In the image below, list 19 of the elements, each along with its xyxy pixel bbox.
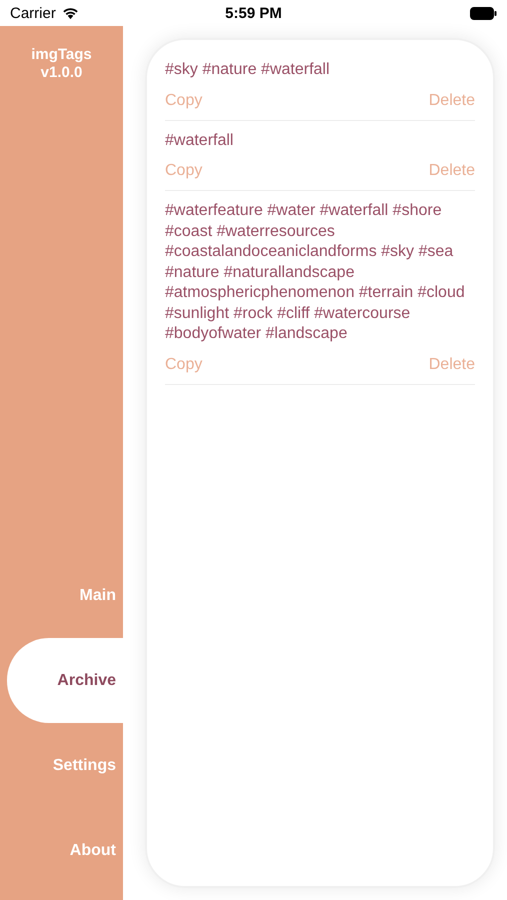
tag-list: #waterfall [165,130,475,151]
delete-link[interactable]: Delete [428,92,475,110]
copy-link[interactable]: Copy [165,162,202,180]
tag-list: #waterfeature #water #waterfall #shore #coast #waterresources #coastalandoceaniclandforms #sky #sea #nature #naturallandscape #atmosphericphenomenon #terrain #cloud #sunlight #rock #cliff #watercourse #bodyofwater #landscape [165,201,475,344]
carrier-name: Carrier [10,4,56,22]
delete-link[interactable]: Delete [428,356,475,374]
copy-link[interactable]: Copy [165,92,202,110]
nav-item[interactable]: Settings [7,723,123,808]
delete-link[interactable]: Delete [428,162,475,180]
wifi-icon [60,6,80,20]
app-version: v1.0.0 [40,64,84,82]
tag-list: #sky #nature #waterfall [165,60,475,80]
nav-item[interactable]: About [7,808,123,893]
battery-icon [470,6,497,20]
app-name: imgTags [30,46,93,64]
nav-item[interactable]: Main [7,553,123,638]
copy-link[interactable]: Copy [165,356,202,374]
nav-item[interactable]: Archive [7,638,123,723]
clock-time: 5:59 PM [225,4,282,22]
